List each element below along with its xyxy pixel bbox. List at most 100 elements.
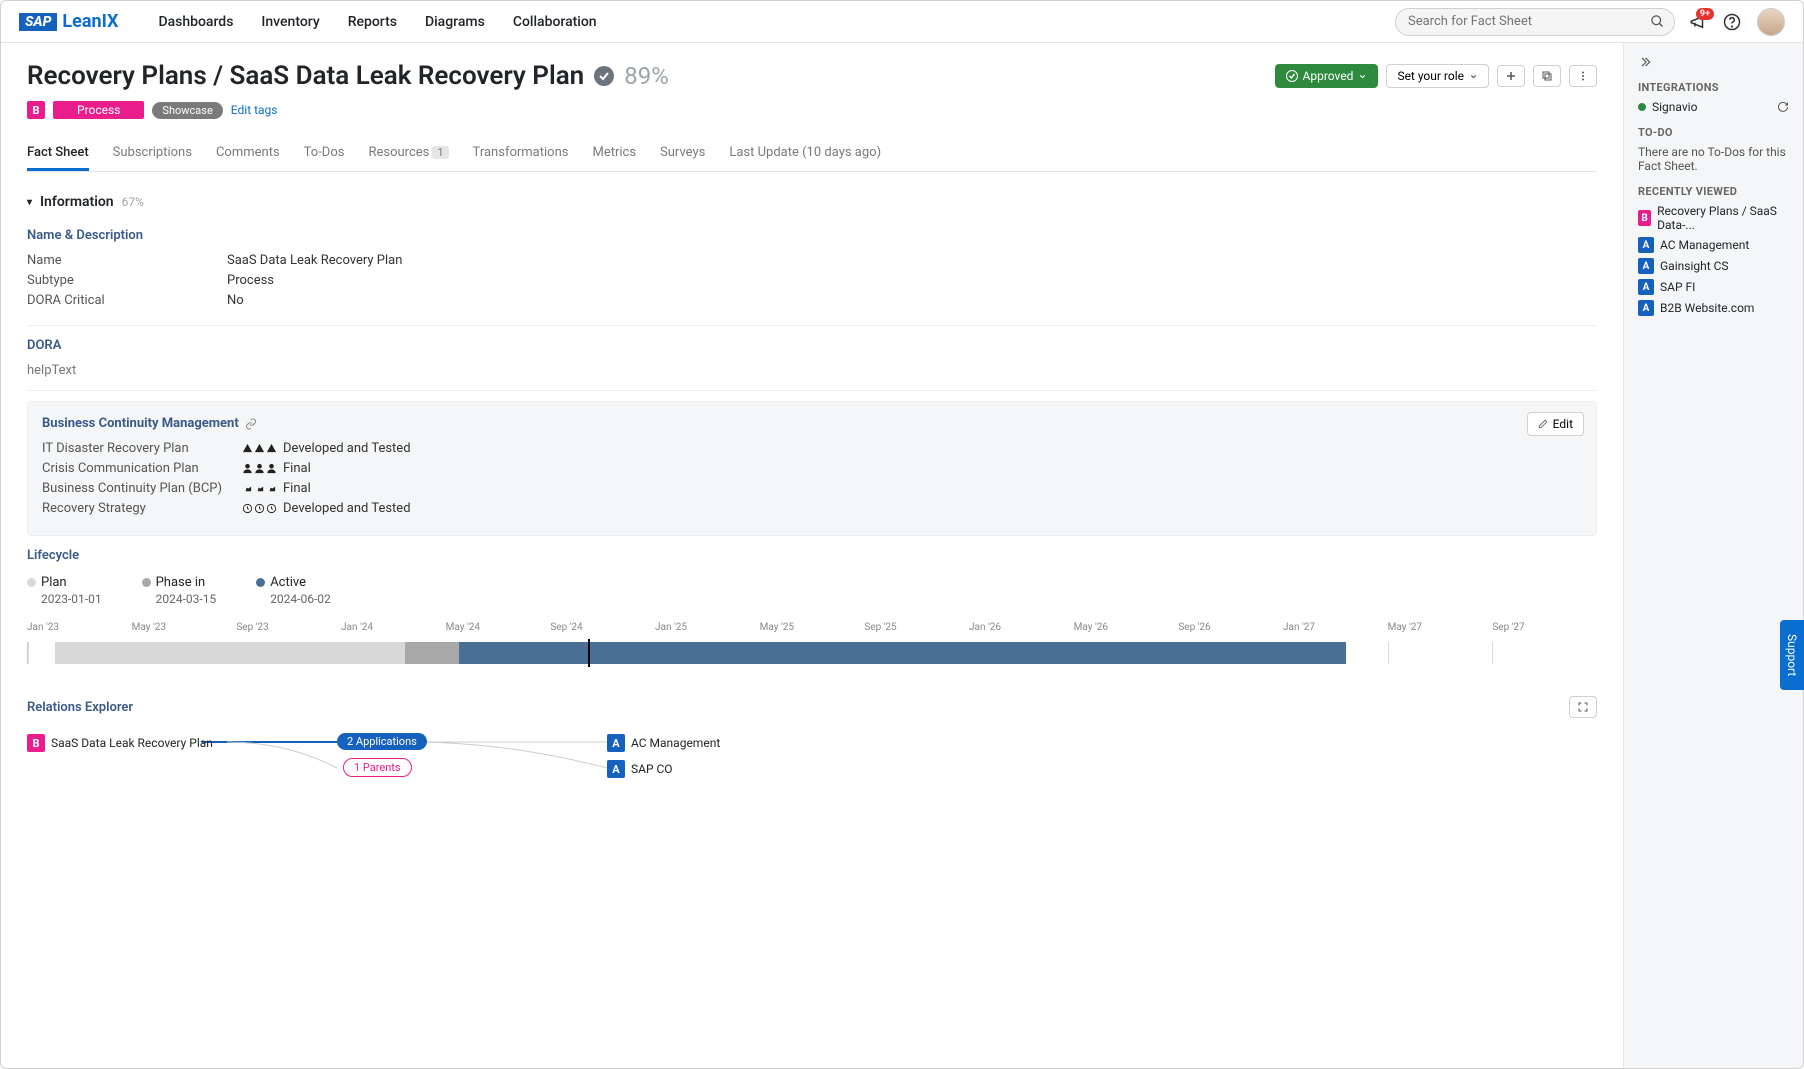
tab-comments[interactable]: Comments bbox=[216, 137, 280, 171]
tab-subscriptions[interactable]: Subscriptions bbox=[113, 137, 192, 171]
name-description-block: Name & Description NameSaaS Data Leak Re… bbox=[27, 216, 1597, 326]
copy-icon bbox=[1541, 70, 1553, 82]
relations-lines bbox=[27, 730, 1597, 790]
sap-logo: SAP bbox=[19, 13, 57, 31]
notifications-button[interactable]: 9+ bbox=[1689, 13, 1707, 31]
search-box bbox=[1395, 8, 1675, 36]
tab-metrics[interactable]: Metrics bbox=[592, 137, 636, 171]
fullscreen-button[interactable] bbox=[1569, 696, 1597, 718]
rating-icon bbox=[242, 443, 277, 454]
showcase-tag: Showcase bbox=[152, 102, 222, 119]
bcm-row-key: IT Disaster Recovery Plan bbox=[42, 441, 242, 456]
nav-inventory[interactable]: Inventory bbox=[261, 14, 319, 30]
type-badge: B bbox=[1638, 210, 1651, 226]
bcm-row-key: Recovery Strategy bbox=[42, 501, 242, 516]
timeline-tick-label: Sep '26 bbox=[1178, 622, 1210, 633]
expand-icon bbox=[1577, 701, 1589, 713]
todo-heading: To-Do bbox=[1638, 126, 1789, 139]
dora-critical-value: No bbox=[227, 293, 244, 308]
completion-percent: 89% bbox=[624, 62, 669, 90]
refresh-icon[interactable] bbox=[1777, 101, 1789, 113]
timeline-tick-label: Jan '27 bbox=[1283, 622, 1315, 633]
recently-viewed-label: B2B Website.com bbox=[1660, 301, 1754, 315]
recently-viewed-item[interactable]: BRecovery Plans / SaaS Data-... bbox=[1638, 204, 1789, 232]
set-role-button[interactable]: Set your role bbox=[1386, 64, 1489, 88]
support-button[interactable]: Support bbox=[1780, 620, 1804, 690]
bcm-row-key: Business Continuity Plan (BCP) bbox=[42, 481, 242, 496]
relations-body: B SaaS Data Leak Recovery Plan 2 Applica… bbox=[27, 730, 1597, 790]
type-badge-b: B bbox=[27, 734, 45, 752]
information-header[interactable]: ▾ Information 67% bbox=[27, 188, 1597, 216]
nav-collaboration[interactable]: Collaboration bbox=[513, 14, 597, 30]
relations-title: Relations Explorer bbox=[27, 700, 133, 715]
edit-tags-link[interactable]: Edit tags bbox=[231, 103, 278, 117]
relation-app-1-label: AC Management bbox=[631, 736, 720, 750]
search-icon bbox=[1650, 14, 1665, 29]
applications-pill[interactable]: 2 Applications bbox=[337, 733, 427, 750]
nav-diagrams[interactable]: Diagrams bbox=[425, 14, 485, 30]
recently-viewed-label: AC Management bbox=[1660, 238, 1749, 252]
information-section: ▾ Information 67% Name & Description Nam… bbox=[27, 188, 1597, 790]
relation-app-2[interactable]: A SAP CO bbox=[607, 760, 673, 778]
help-icon[interactable] bbox=[1723, 13, 1741, 31]
main-nav: Dashboards Inventory Reports Diagrams Co… bbox=[158, 14, 596, 30]
tab-todos[interactable]: To-Dos bbox=[304, 137, 345, 171]
chevron-down-icon: ▾ bbox=[27, 197, 32, 208]
timeline-tick-label: May '26 bbox=[1074, 622, 1108, 633]
notification-badge: 9+ bbox=[1696, 8, 1714, 20]
tab-surveys[interactable]: Surveys bbox=[660, 137, 705, 171]
name-value: SaaS Data Leak Recovery Plan bbox=[227, 253, 402, 268]
relations-header: Relations Explorer bbox=[27, 696, 1597, 718]
search-input[interactable] bbox=[1395, 8, 1675, 36]
recently-viewed-item[interactable]: A AC Management bbox=[1638, 237, 1789, 253]
link-icon[interactable] bbox=[245, 418, 257, 430]
bcm-row-key: Crisis Communication Plan bbox=[42, 461, 242, 476]
name-key: Name bbox=[27, 253, 227, 268]
timeline-tick-label: Sep '25 bbox=[864, 622, 896, 633]
check-circle-icon bbox=[1286, 70, 1298, 82]
edit-bcm-button[interactable]: Edit bbox=[1527, 412, 1584, 436]
information-title: Information bbox=[40, 194, 114, 210]
tab-resources[interactable]: Resources1 bbox=[368, 137, 448, 171]
todo-empty-text: There are no To-Dos for this Fact Sheet. bbox=[1638, 145, 1789, 173]
recently-viewed-item[interactable]: ASAP FI bbox=[1638, 279, 1789, 295]
user-avatar[interactable] bbox=[1757, 8, 1785, 36]
more-button[interactable] bbox=[1569, 65, 1597, 87]
tab-resources-label: Resources bbox=[368, 145, 429, 160]
timeline-tick-label: May '24 bbox=[446, 622, 480, 633]
recently-viewed-item[interactable]: AGainsight CS bbox=[1638, 258, 1789, 274]
timeline-segment bbox=[405, 642, 460, 664]
add-button[interactable] bbox=[1497, 65, 1525, 87]
set-role-label: Set your role bbox=[1397, 69, 1464, 83]
relation-root-label: SaaS Data Leak Recovery Plan bbox=[51, 736, 213, 750]
tab-transformations[interactable]: Transformations bbox=[473, 137, 569, 171]
recently-viewed-item[interactable]: AB2B Website.com bbox=[1638, 300, 1789, 316]
status-dot-icon bbox=[1638, 103, 1646, 111]
leanix-logo: LeanIX bbox=[62, 11, 118, 32]
nav-dashboards[interactable]: Dashboards bbox=[158, 14, 233, 30]
information-percent: 67% bbox=[122, 195, 144, 209]
chevron-down-icon bbox=[1358, 72, 1367, 81]
type-badge-a: A bbox=[607, 734, 625, 752]
bcm-row-value: Final bbox=[242, 481, 311, 496]
parents-pill[interactable]: 1 Parents bbox=[343, 758, 412, 777]
integration-signavio[interactable]: Signavio bbox=[1638, 100, 1789, 114]
bcm-row-value: Final bbox=[242, 461, 311, 476]
copy-button[interactable] bbox=[1533, 65, 1561, 87]
collapse-sidebar-button[interactable] bbox=[1638, 55, 1789, 69]
relation-root[interactable]: B SaaS Data Leak Recovery Plan bbox=[27, 734, 213, 752]
phase-dot-icon bbox=[27, 578, 36, 587]
nav-reports[interactable]: Reports bbox=[348, 14, 397, 30]
plus-icon bbox=[1505, 70, 1517, 82]
tab-last-update[interactable]: Last Update (10 days ago) bbox=[729, 137, 881, 171]
tab-fact-sheet[interactable]: Fact Sheet bbox=[27, 137, 89, 171]
bcm-row-value: Developed and Tested bbox=[242, 501, 411, 516]
type-badge: A bbox=[1638, 237, 1654, 253]
relation-app-1[interactable]: A AC Management bbox=[607, 734, 720, 752]
edit-label: Edit bbox=[1553, 417, 1573, 431]
logo[interactable]: SAP LeanIX bbox=[19, 11, 118, 32]
recently-viewed-label: Gainsight CS bbox=[1660, 259, 1729, 273]
top-bar: SAP LeanIX Dashboards Inventory Reports … bbox=[1, 1, 1803, 43]
right-sidebar: Integrations Signavio To-Do There are no… bbox=[1623, 43, 1803, 1068]
approved-button[interactable]: Approved bbox=[1275, 64, 1379, 88]
